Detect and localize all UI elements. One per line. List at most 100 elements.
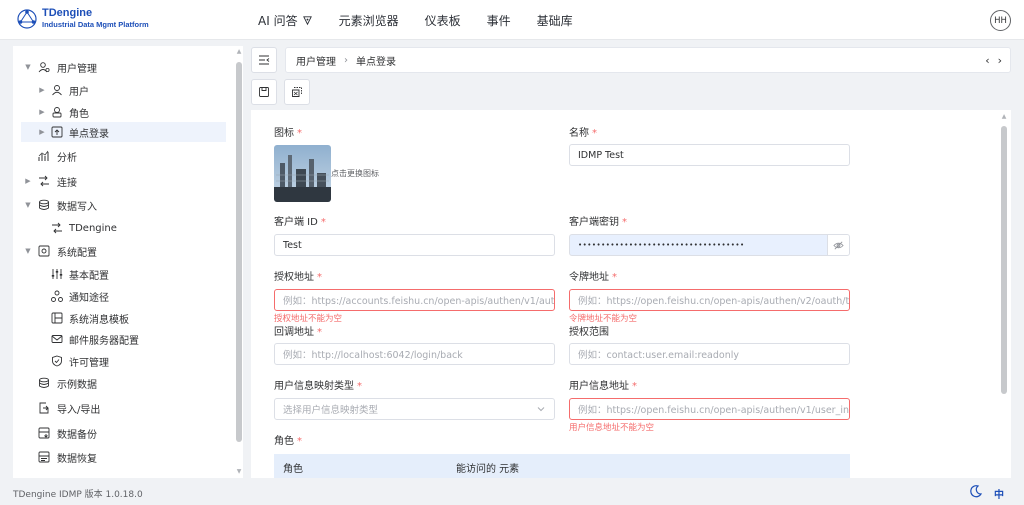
sidebar-item-data-write[interactable]: ▼ 数据写入	[13, 195, 228, 215]
scroll-down-arrow-icon[interactable]: ▼	[235, 468, 243, 475]
sidebar-item-user-management[interactable]: ▼ 用户管理	[13, 57, 228, 77]
discard-icon	[292, 87, 302, 97]
import-export-icon	[39, 402, 49, 414]
client-secret-input[interactable]: ••••••••••••••••••••••••••••••••••••	[569, 234, 850, 256]
collapse-sidebar-button[interactable]	[251, 47, 277, 73]
dark-mode-icon[interactable]	[969, 484, 983, 498]
scope-label: 授权范围	[569, 327, 609, 338]
factory-image-icon	[274, 145, 331, 202]
sidebar-item-label: 连接	[57, 177, 77, 189]
discard-button[interactable]	[284, 79, 310, 105]
sparkle-icon	[302, 15, 312, 25]
chevron-right-icon[interactable]: ▶	[24, 177, 32, 185]
sidebar-item-mail-server[interactable]: 邮件服务器配置	[13, 329, 228, 349]
chevron-right-icon[interactable]: ▶	[38, 86, 46, 94]
nav-dashboard[interactable]: 仪表板	[425, 12, 461, 29]
chevron-left-icon[interactable]: ‹	[985, 54, 989, 67]
logo[interactable]: TDengine Industrial Data Mgmt Platform	[16, 8, 149, 30]
collapse-menu-icon	[259, 55, 270, 65]
token-url-input[interactable]: 例如：https://open.feishu.cn/open-apis/auth…	[569, 289, 850, 311]
nav-element-browser-label: 元素浏览器	[338, 13, 399, 28]
auth-url-input[interactable]: 例如：https://accounts.feishu.cn/open-apis/…	[274, 289, 555, 311]
logo-subtitle: Industrial Data Mgmt Platform	[42, 20, 149, 29]
callback-url-input[interactable]: 例如：http://localhost:6042/login/back	[274, 343, 555, 365]
sidebar-item-label: 单点登录	[69, 128, 109, 140]
sidebar-item-notify-channel[interactable]: 通知途径	[13, 286, 228, 306]
tab-nav: ‹ ›	[985, 54, 1002, 67]
sidebar-item-label: 示例数据	[57, 379, 97, 391]
sidebar-item-basic-config[interactable]: 基本配置	[13, 264, 228, 284]
toggle-visibility-button[interactable]	[827, 235, 849, 255]
nav-events-label: 事件	[486, 13, 511, 28]
mapping-type-select[interactable]: 选择用户信息映射类型	[274, 398, 555, 420]
language-switch[interactable]: 中	[994, 486, 1004, 501]
sidebar-item-system-config[interactable]: ▼ 系统配置	[13, 241, 228, 261]
sidebar-item-label: TDengine	[69, 222, 117, 234]
database-icon	[39, 199, 49, 210]
breadcrumb-parent[interactable]: 用户管理	[296, 53, 336, 68]
nav-events[interactable]: 事件	[487, 12, 511, 29]
chevron-down-icon[interactable]: ▼	[24, 247, 32, 255]
chevron-down-icon[interactable]: ▼	[24, 201, 32, 209]
logo-title: TDengine	[42, 7, 93, 19]
save-icon	[259, 87, 269, 97]
system-config-icon	[38, 245, 50, 257]
backup-icon	[38, 427, 50, 439]
scope-input[interactable]: 例如：contact:user.email:readonly	[569, 343, 850, 365]
table-header-role: 角色	[283, 464, 303, 475]
eye-off-icon	[833, 241, 844, 249]
sidebar-item-label: 邮件服务器配置	[69, 335, 139, 347]
sidebar-item-import-export[interactable]: 导入/导出	[13, 398, 228, 418]
scroll-up-arrow-icon[interactable]: ▲	[1000, 113, 1008, 120]
connection-icon	[52, 222, 62, 234]
table-header-elements: 能访问的 元素	[456, 464, 520, 475]
sidebar-item-message-template[interactable]: 系统消息模板	[13, 308, 228, 328]
sidebar-item-label: 分析	[57, 152, 77, 164]
chevron-down-icon[interactable]: ▼	[24, 63, 32, 71]
sidebar-item-tdengine[interactable]: TDengine	[13, 218, 228, 238]
sso-icon	[51, 126, 63, 138]
sidebar-item-license[interactable]: 许可管理	[13, 351, 228, 371]
sso-icon-image[interactable]	[274, 145, 331, 202]
breadcrumb-current: 单点登录	[356, 56, 396, 68]
userinfo-url-input[interactable]: 例如：https://open.feishu.cn/open-apis/auth…	[569, 398, 850, 420]
sidebar-item-label: 基本配置	[69, 270, 109, 282]
nav-element-browser[interactable]: 元素浏览器	[339, 12, 399, 29]
breadcrumb: 用户管理 › 单点登录 ‹ ›	[285, 47, 1011, 73]
userinfo-url-label: 用户信息地址 *	[569, 381, 637, 392]
sidebar-item-label: 数据备份	[57, 429, 97, 441]
connection-icon	[39, 175, 49, 187]
sidebar-item-users[interactable]: ▶ 用户	[13, 80, 228, 100]
client-id-input[interactable]: Test	[274, 234, 555, 256]
sidebar-item-data-restore[interactable]: 数据恢复	[13, 447, 228, 467]
nav-ai-qa[interactable]: AI 问答	[258, 12, 313, 29]
chevron-right-icon[interactable]: ▶	[38, 108, 46, 116]
sidebar-item-sso[interactable]: ▶ 单点登录	[21, 122, 226, 142]
save-button[interactable]	[251, 79, 277, 105]
client-secret-value: ••••••••••••••••••••••••••••••••••••	[578, 241, 745, 249]
sidebar-item-label: 系统消息模板	[69, 314, 129, 326]
name-input[interactable]: IDMP Test	[569, 144, 850, 166]
sidebar: ▼ 用户管理 ▶ 用户 ▶ 角色 ▶ 单点登录 分析 ▶ 连接 ▼ 数据写入 T…	[13, 46, 243, 478]
chevron-right-icon[interactable]: ›	[998, 54, 1002, 67]
chevron-down-icon	[537, 407, 545, 412]
user-group-icon	[38, 62, 50, 73]
sidebar-item-label: 数据写入	[57, 201, 97, 213]
notify-icon	[51, 290, 63, 302]
callback-url-label: 回调地址 *	[274, 327, 322, 338]
nav-base-library[interactable]: 基础库	[537, 12, 573, 29]
sidebar-item-label: 通知途径	[69, 292, 109, 304]
sidebar-item-sample-data[interactable]: 示例数据	[13, 373, 228, 393]
sidebar-item-analysis[interactable]: 分析	[13, 146, 228, 166]
sidebar-scrollbar[interactable]	[236, 62, 242, 442]
sidebar-item-data-backup[interactable]: 数据备份	[13, 423, 228, 443]
version-label: TDengine IDMP 版本 1.0.18.0	[13, 490, 143, 500]
scroll-up-arrow-icon[interactable]: ▲	[235, 48, 243, 55]
sidebar-item-roles[interactable]: ▶ 角色	[13, 102, 228, 122]
user-avatar[interactable]: HH	[990, 10, 1011, 31]
form-scrollbar[interactable]	[1001, 126, 1007, 394]
chevron-right-icon[interactable]: ▶	[38, 128, 46, 136]
token-url-label: 令牌地址 *	[569, 272, 617, 283]
change-icon-link[interactable]: 点击更换图标	[331, 168, 379, 179]
sidebar-item-connection[interactable]: ▶ 连接	[13, 171, 228, 191]
